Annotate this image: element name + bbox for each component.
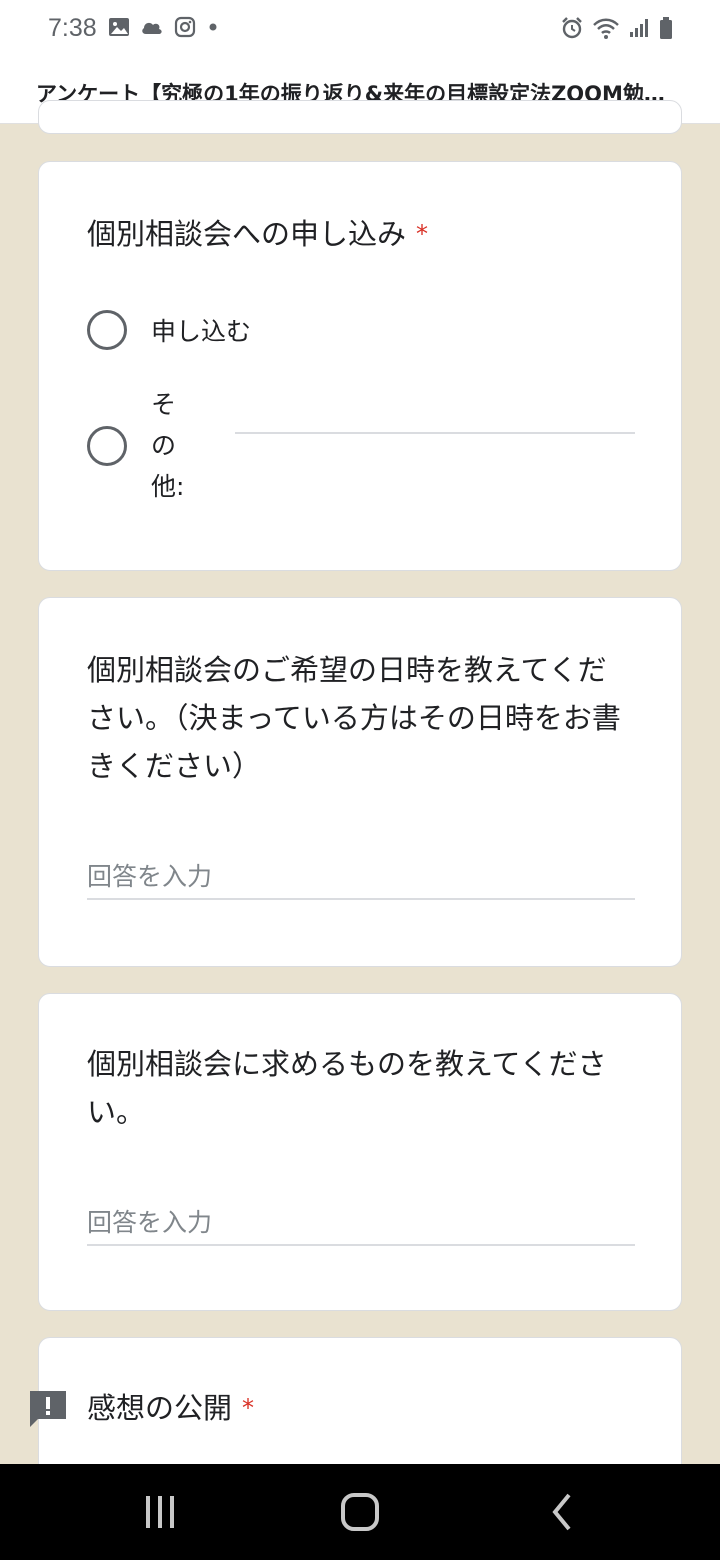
home-icon bbox=[341, 1493, 379, 1531]
report-feedback-icon[interactable] bbox=[28, 1389, 68, 1429]
radio-option-apply[interactable]: 申し込む bbox=[87, 310, 251, 350]
recent-apps-button[interactable] bbox=[130, 1488, 190, 1536]
question-card-expectations: 個別相談会に求めるものを教えてください。 bbox=[38, 993, 682, 1311]
recent-apps-icon bbox=[146, 1496, 174, 1528]
radio-option-other[interactable] bbox=[87, 426, 127, 466]
question-card-preferred-datetime: 個別相談会のご希望の日時を教えてください。（決まっている方はその日時をお書きくだ… bbox=[38, 597, 682, 967]
notification-icons bbox=[108, 16, 220, 38]
status-bar: 7:38 bbox=[0, 0, 720, 60]
home-button[interactable] bbox=[330, 1488, 390, 1536]
question-card-consultation-application: 個別相談会への申し込み * 申し込む その他: bbox=[38, 161, 682, 571]
wifi-icon bbox=[593, 18, 619, 39]
question-title: 感想の公開 * bbox=[87, 1384, 633, 1432]
other-text-input[interactable] bbox=[235, 432, 635, 434]
system-nav-bar bbox=[0, 1464, 720, 1560]
radio-button[interactable] bbox=[87, 310, 127, 350]
answer-input[interactable] bbox=[87, 854, 635, 900]
question-title: 個別相談会のご希望の日時を教えてください。（決まっている方はその日時をお書きくだ… bbox=[87, 653, 621, 783]
question-title-text: 感想の公開 bbox=[87, 1391, 233, 1425]
status-time: 7:38 bbox=[48, 14, 97, 42]
alarm-icon bbox=[562, 17, 582, 39]
cloud-icon bbox=[142, 22, 162, 34]
question-title-text: 個別相談会への申し込み bbox=[87, 217, 407, 251]
back-button[interactable] bbox=[532, 1488, 592, 1536]
radio-option-label: 申し込む bbox=[151, 317, 252, 346]
other-option-label: その他: bbox=[151, 390, 185, 501]
radio-button-other[interactable] bbox=[87, 426, 127, 466]
back-icon bbox=[552, 1493, 571, 1531]
dot-icon bbox=[209, 23, 217, 31]
image-icon bbox=[109, 18, 129, 36]
instagram-icon bbox=[174, 16, 196, 38]
question-title: 個別相談会に求めるものを教えてください。 bbox=[87, 1047, 607, 1129]
required-asterisk: * bbox=[416, 220, 429, 248]
system-icons bbox=[560, 16, 674, 40]
previous-question-card bbox=[38, 100, 682, 134]
answer-input[interactable] bbox=[87, 1200, 635, 1246]
signal-icon bbox=[630, 19, 648, 37]
question-title: 個別相談会への申し込み * bbox=[87, 210, 633, 258]
battery-icon bbox=[660, 17, 672, 39]
required-asterisk: * bbox=[242, 1394, 255, 1422]
